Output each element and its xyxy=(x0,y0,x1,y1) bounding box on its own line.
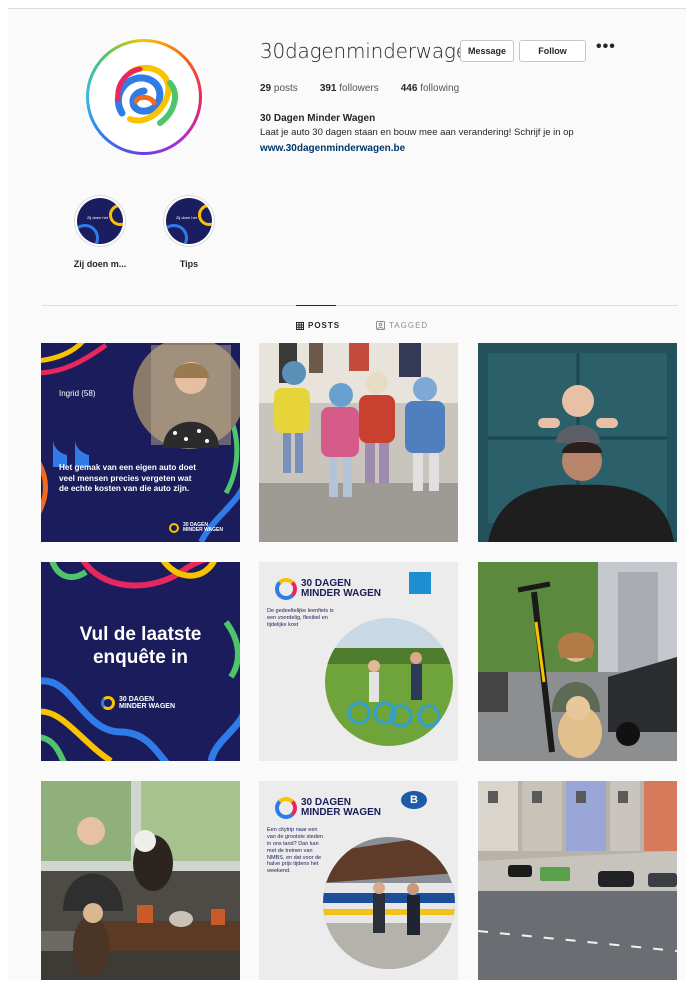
post-photo xyxy=(323,837,455,969)
post-photo xyxy=(478,781,677,980)
profile-avatar[interactable] xyxy=(86,39,202,155)
post-tile[interactable]: Ingrid (58) Het gemak van een eigen auto… xyxy=(41,343,240,542)
highlight-label: Zij doen m... xyxy=(73,259,127,269)
post-tile[interactable] xyxy=(478,343,677,542)
tab-divider xyxy=(42,305,678,306)
post-photo xyxy=(259,343,458,542)
post-person-name: Ingrid (58) xyxy=(59,389,96,398)
profile-stats: 29 posts 391 followers 446 following xyxy=(260,83,459,94)
highlight-cover: Zij doen het xyxy=(77,198,123,244)
brand-logo-icon xyxy=(275,578,297,600)
active-tab-indicator xyxy=(296,305,336,306)
brand-logo-icon xyxy=(169,523,179,534)
more-options-icon[interactable]: ••• xyxy=(596,38,616,56)
post-photo xyxy=(478,562,677,761)
post-tile[interactable] xyxy=(41,781,240,980)
tag-icon xyxy=(376,321,385,330)
post-tile[interactable] xyxy=(259,343,458,542)
post-quote-text: Het gemak van een eigen auto doet veel m… xyxy=(59,463,196,494)
post-tile[interactable] xyxy=(478,781,677,980)
highlight-cover: Zij doen het xyxy=(166,198,212,244)
post-tile[interactable]: Vul de laatste enquête in 30 DAGEN MINDER… xyxy=(41,562,240,761)
blue-bike-logo-icon xyxy=(409,572,431,594)
grid-icon xyxy=(296,321,304,330)
profile-website-link[interactable]: www.30dagenminderwagen.be xyxy=(260,143,405,154)
brand-logo-icon xyxy=(114,64,178,126)
profile-full-name: 30 Dagen Minder Wagen xyxy=(260,113,376,124)
post-headline: Vul de laatste enquête in xyxy=(79,624,202,668)
highlight-tips[interactable]: Zij doen het Tips xyxy=(149,195,229,269)
post-logo: 30 DAGEN MINDER WAGEN xyxy=(275,578,381,600)
brand-logo-icon xyxy=(275,797,297,819)
tab-posts[interactable]: POSTS xyxy=(296,321,340,330)
post-photo xyxy=(488,353,674,542)
following-stat[interactable]: 446 following xyxy=(401,83,459,94)
post-tile[interactable]: 30 DAGEN MINDER WAGEN De gedeeltelijke le… xyxy=(259,562,458,761)
profile-username: 30dagenminderwagen xyxy=(260,39,481,63)
tab-tagged[interactable]: TAGGED xyxy=(376,321,428,330)
profile-page: 30dagenminderwagen Message Follow ••• 29… xyxy=(8,8,686,980)
post-photo xyxy=(41,781,240,980)
post-tile[interactable] xyxy=(478,562,677,761)
highlight-zij-doen-het[interactable]: Zij doen het Zij doen m... xyxy=(60,195,140,269)
posts-stat: 29 posts xyxy=(260,83,298,94)
post-graphic xyxy=(41,343,240,542)
profile-bio: Laat je auto 30 dagen staan en bouw mee … xyxy=(260,127,574,138)
follow-button[interactable]: Follow xyxy=(519,40,586,62)
post-photo xyxy=(325,618,453,746)
post-logo: 30 DAGEN MINDER WAGEN xyxy=(169,522,223,534)
post-logo: 30 DAGEN MINDER WAGEN xyxy=(101,696,175,711)
followers-stat[interactable]: 391 followers xyxy=(320,83,379,94)
message-button[interactable]: Message xyxy=(460,40,514,62)
nmbs-logo-icon: B xyxy=(401,791,427,809)
post-tile[interactable]: 30 DAGEN MINDER WAGEN B Een citytrip naar… xyxy=(259,781,458,980)
post-logo: 30 DAGEN MINDER WAGEN xyxy=(275,797,381,819)
highlight-label: Tips xyxy=(179,259,199,269)
brand-logo-icon xyxy=(101,696,115,711)
post-caption-text: Een citytrip naar een van de grootste st… xyxy=(267,827,323,875)
